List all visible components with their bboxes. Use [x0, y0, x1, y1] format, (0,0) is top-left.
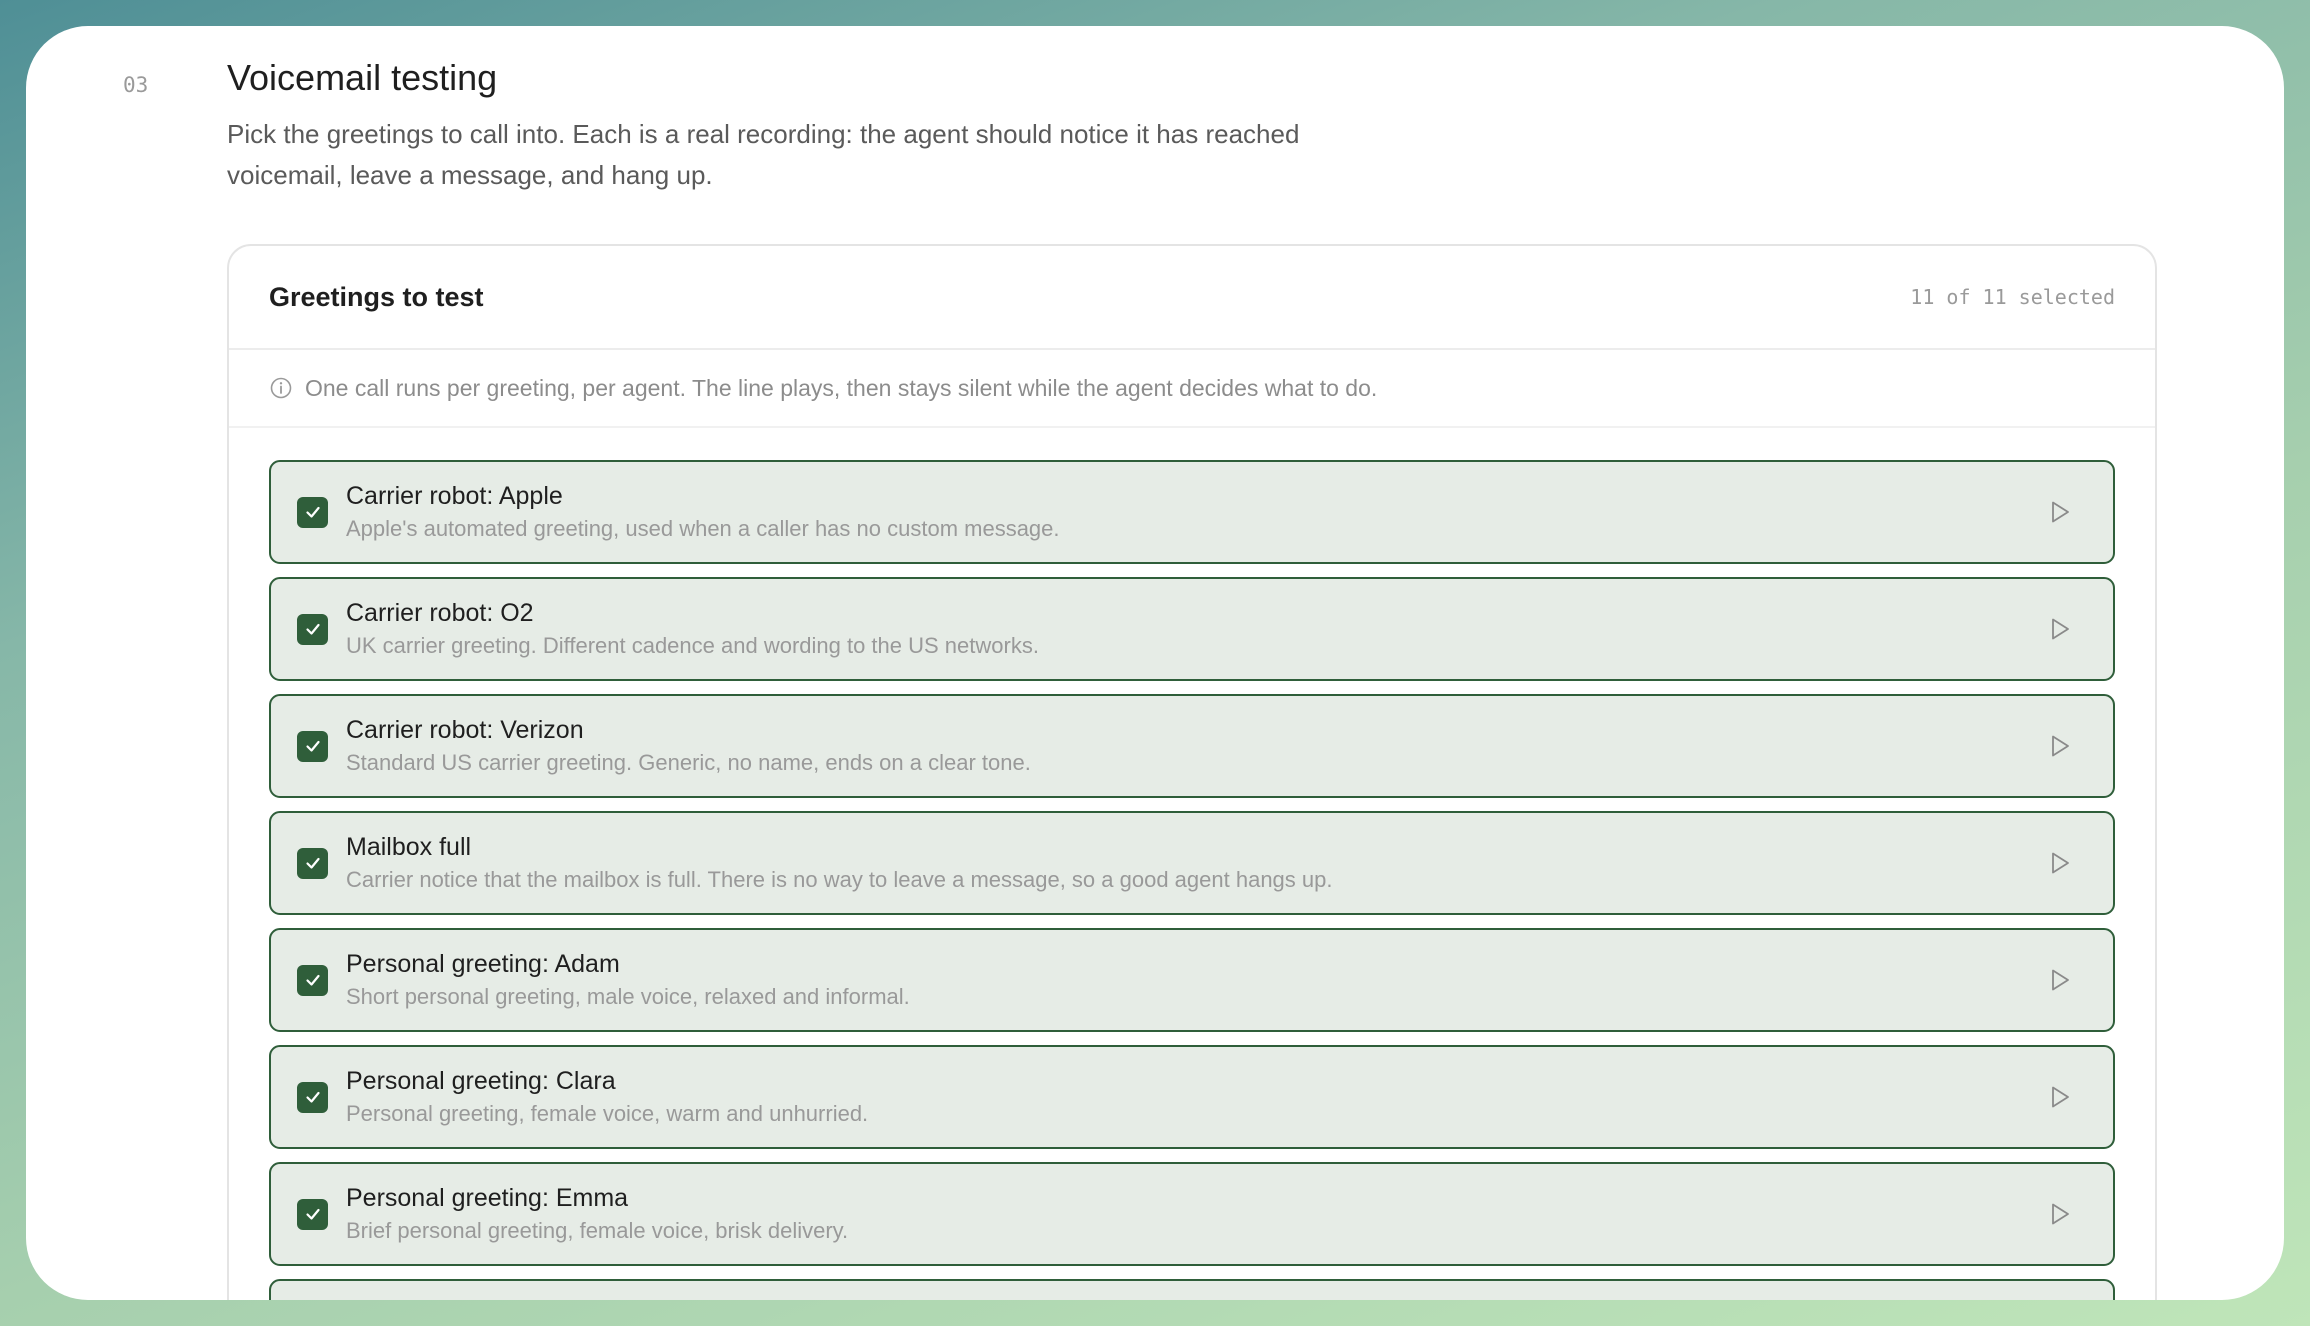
- play-icon[interactable]: [2047, 499, 2073, 525]
- greeting-description: Personal greeting, female voice, warm an…: [346, 1101, 869, 1126]
- check-icon[interactable]: [297, 1198, 328, 1230]
- info-icon: [269, 376, 293, 400]
- greeting-description: UK carrier greeting. Different cadence a…: [346, 633, 1039, 658]
- play-icon[interactable]: [2047, 616, 2073, 642]
- greeting-description: Apple's automated greeting, used when a …: [346, 516, 1060, 541]
- page-title: Voicemail testing: [227, 57, 498, 98]
- page-description: Pick the greetings to call into. Each is…: [227, 119, 1300, 190]
- greeting-item-adam[interactable]: Personal greeting: Adam Short personal g…: [269, 928, 2115, 1032]
- greeting-description: Standard US carrier greeting. Generic, n…: [346, 750, 1031, 775]
- check-icon[interactable]: [297, 496, 328, 528]
- step-number: 03: [123, 73, 149, 97]
- greeting-item-clara[interactable]: Personal greeting: Clara Personal greeti…: [269, 1045, 2115, 1149]
- play-icon[interactable]: [2047, 1201, 2073, 1227]
- greeting-title: Personal greeting: Emma: [346, 1184, 629, 1212]
- greeting-item-o2[interactable]: Carrier robot: O2 UK carrier greeting. D…: [269, 577, 2115, 681]
- greeting-description: Short personal greeting, male voice, rel…: [346, 984, 910, 1009]
- greeting-title: Carrier robot: Verizon: [346, 716, 584, 744]
- info-note: One call runs per greeting, per agent. T…: [229, 350, 2155, 428]
- greeting-list: Carrier robot: Apple Apple's automated g…: [229, 428, 2155, 1300]
- greeting-title: Personal greeting: Adam: [346, 950, 620, 978]
- info-text: One call runs per greeting, per agent. T…: [305, 374, 1378, 401]
- check-icon[interactable]: [297, 613, 328, 645]
- panel-header: Greetings to test 11 of 11 selected: [229, 246, 2155, 350]
- play-icon[interactable]: [2047, 967, 2073, 993]
- greeting-item-partial[interactable]: [269, 1279, 2115, 1300]
- check-icon[interactable]: [297, 847, 328, 879]
- greetings-panel: Greetings to test 11 of 11 selected One …: [227, 244, 2157, 1300]
- check-icon[interactable]: [297, 964, 328, 996]
- app-window: 03 Voicemail testing Pick the greetings …: [26, 26, 2284, 1300]
- greeting-title: Carrier robot: Apple: [346, 482, 563, 510]
- greeting-title: Mailbox full: [346, 833, 472, 861]
- greeting-title: Carrier robot: O2: [346, 599, 534, 627]
- check-icon[interactable]: [297, 1081, 328, 1113]
- greeting-description: Carrier notice that the mailbox is full.…: [346, 867, 1333, 892]
- greeting-description: Brief personal greeting, female voice, b…: [346, 1218, 849, 1243]
- play-icon[interactable]: [2047, 1084, 2073, 1110]
- greeting-item-emma[interactable]: Personal greeting: Emma Brief personal g…: [269, 1162, 2115, 1266]
- greeting-title: Personal greeting: Clara: [346, 1067, 616, 1095]
- check-icon[interactable]: [297, 730, 328, 762]
- greeting-item-verizon[interactable]: Carrier robot: Verizon Standard US carri…: [269, 694, 2115, 798]
- play-icon[interactable]: [2047, 850, 2073, 876]
- greeting-item-apple[interactable]: Carrier robot: Apple Apple's automated g…: [269, 460, 2115, 564]
- panel-title: Greetings to test: [269, 281, 484, 312]
- greeting-item-mailbox-full[interactable]: Mailbox full Carrier notice that the mai…: [269, 811, 2115, 915]
- selection-count: 11 of 11 selected: [1910, 285, 2115, 309]
- play-icon[interactable]: [2047, 733, 2073, 759]
